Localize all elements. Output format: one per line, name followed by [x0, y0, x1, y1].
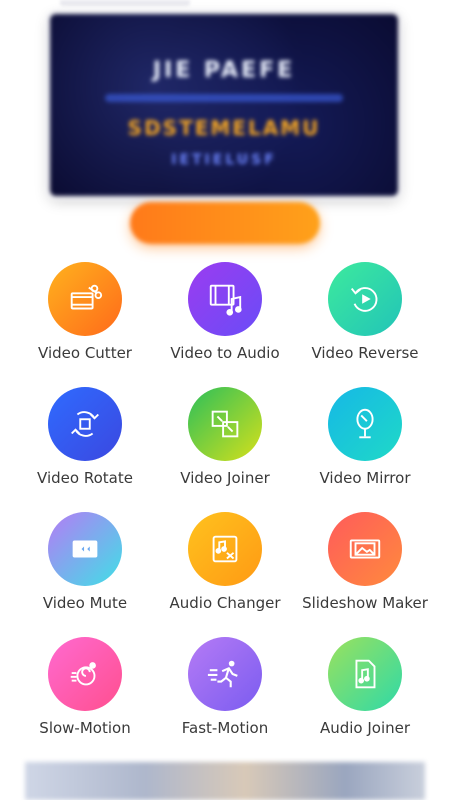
- tool-video-mute[interactable]: Video Mute: [10, 512, 160, 622]
- tool-label: Slow-Motion: [39, 719, 131, 737]
- tool-label: Video to Audio: [170, 344, 280, 362]
- tool-slideshow-maker[interactable]: Slideshow Maker: [290, 512, 440, 622]
- tool-audio-joiner[interactable]: Audio Joiner: [290, 637, 440, 747]
- tool-label: Slideshow Maker: [302, 594, 428, 612]
- tool-label: Video Cutter: [38, 344, 132, 362]
- banner-title: JIE PAEFE: [152, 58, 296, 83]
- audio-file-icon: [328, 637, 402, 711]
- tool-label: Fast-Motion: [181, 719, 269, 737]
- tool-label: Video Mirror: [319, 469, 411, 487]
- tool-video-mirror[interactable]: Video Mirror: [290, 387, 440, 497]
- tool-video-joiner[interactable]: Video Joiner: [150, 387, 300, 497]
- rotate-icon: [48, 387, 122, 461]
- tool-label: Audio Joiner: [319, 719, 411, 737]
- banner-cta-button[interactable]: [130, 202, 320, 244]
- joiner-icon: [188, 387, 262, 461]
- mirror-icon: [328, 387, 402, 461]
- banner-highlight: SDSTEMELAMU: [127, 116, 321, 140]
- fast-motion-icon: [188, 637, 262, 711]
- tool-label: Video Mute: [42, 594, 128, 612]
- bottom-ad-banner[interactable]: [25, 762, 425, 800]
- banner-subtitle-bar: [105, 94, 343, 102]
- tool-label: Video Reverse: [311, 344, 419, 362]
- video-cut-icon: [48, 262, 122, 336]
- mute-camera-icon: [48, 512, 122, 586]
- tool-label: Audio Changer: [169, 594, 281, 612]
- video-music-icon: [188, 262, 262, 336]
- promo-banner[interactable]: JIE PAEFE SDSTEMELAMU IETIELUSF: [50, 14, 398, 196]
- banner-caption: IETIELUSF: [171, 152, 277, 168]
- tool-label: Video Joiner: [180, 469, 270, 487]
- top-ad-strip: [60, 0, 190, 6]
- tool-video-rotate[interactable]: Video Rotate: [10, 387, 160, 497]
- slideshow-icon: [328, 512, 402, 586]
- reverse-icon: [328, 262, 402, 336]
- tool-video-cutter[interactable]: Video Cutter: [10, 262, 160, 372]
- tool-video-reverse[interactable]: Video Reverse: [290, 262, 440, 372]
- audio-changer-icon: [188, 512, 262, 586]
- tool-slow-motion[interactable]: Slow-Motion: [10, 637, 160, 747]
- tool-fast-motion[interactable]: Fast-Motion: [150, 637, 300, 747]
- tool-label: Video Rotate: [37, 469, 133, 487]
- tool-audio-changer[interactable]: Audio Changer: [150, 512, 300, 622]
- slow-motion-icon: [48, 637, 122, 711]
- tool-video-to-audio[interactable]: Video to Audio: [150, 262, 300, 372]
